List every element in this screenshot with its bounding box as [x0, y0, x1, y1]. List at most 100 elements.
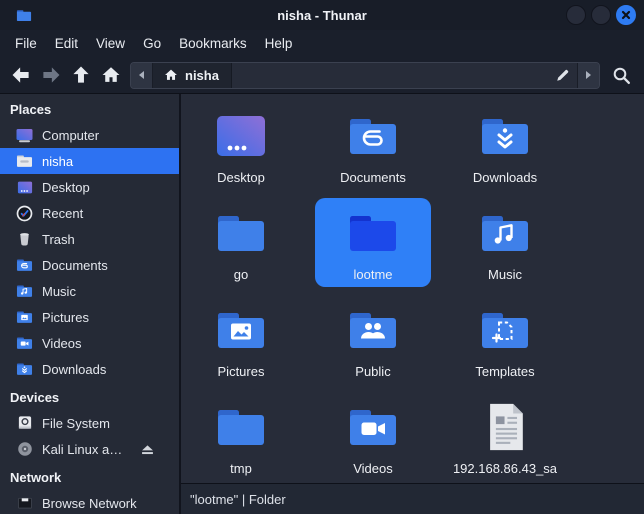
up-button[interactable] — [66, 62, 96, 89]
sidebar-item-browse-network[interactable]: Browse Network — [0, 490, 179, 514]
sidebar-item-downloads[interactable]: Downloads — [0, 356, 179, 382]
desktop-icon — [16, 181, 33, 194]
close-button[interactable] — [616, 5, 636, 25]
path-empty-area[interactable] — [232, 63, 547, 88]
sidebar-item-nisha[interactable]: nisha — [0, 148, 179, 174]
path-scroll-left-button[interactable] — [131, 63, 153, 88]
file-label: tmp — [230, 461, 252, 476]
file-documents[interactable]: Documents — [313, 98, 433, 195]
file-view[interactable]: Desktop Documents — [181, 94, 644, 514]
menu-edit[interactable]: Edit — [46, 32, 87, 55]
menu-go[interactable]: Go — [134, 32, 170, 55]
maximize-button[interactable] — [591, 5, 611, 25]
sidebar-item-label: Downloads — [42, 362, 106, 377]
sidebar: Places Computer nisha Desktop — [0, 94, 181, 514]
path-bar: nisha — [130, 62, 600, 89]
sidebar-item-trash[interactable]: Trash — [0, 226, 179, 252]
folder-downloads-icon — [16, 362, 33, 376]
chevron-right-icon — [584, 70, 593, 80]
sidebar-item-pictures[interactable]: Pictures — [0, 304, 179, 330]
sidebar-header-devices: Devices — [0, 386, 179, 410]
home-folder-icon — [16, 154, 33, 168]
toolbar: nisha — [0, 57, 644, 94]
folder-videos-icon — [347, 401, 399, 453]
sidebar-item-computer[interactable]: Computer — [0, 122, 179, 148]
sidebar-item-documents[interactable]: Documents — [0, 252, 179, 278]
minimize-button[interactable] — [566, 5, 586, 25]
forward-button[interactable] — [36, 62, 66, 89]
folder-icon — [215, 207, 267, 259]
sidebar-item-label: File System — [42, 416, 110, 431]
home-icon — [101, 65, 121, 85]
file-label: lootme — [353, 267, 392, 282]
path-segment-current[interactable]: nisha — [153, 63, 232, 88]
selected-file-tile: lootme — [315, 198, 431, 287]
folder-downloads-icon — [479, 110, 531, 162]
menu-view[interactable]: View — [87, 32, 134, 55]
home-button[interactable] — [96, 62, 126, 89]
file-pictures[interactable]: Pictures — [181, 292, 301, 389]
menu-file[interactable]: File — [6, 32, 46, 55]
recent-clock-icon — [16, 205, 33, 222]
sidebar-item-recent[interactable]: Recent — [0, 200, 179, 226]
menubar: File Edit View Go Bookmarks Help — [0, 30, 644, 57]
sidebar-item-file-system[interactable]: File System — [0, 410, 179, 436]
eject-icon — [141, 444, 154, 455]
folder-documents-icon — [16, 258, 33, 272]
file-videos[interactable]: Videos — [313, 389, 433, 486]
sidebar-header-network: Network — [0, 466, 179, 490]
file-label: Public — [355, 364, 390, 379]
back-arrow-icon — [10, 64, 32, 86]
file-label: Pictures — [218, 364, 265, 379]
file-music[interactable]: Music — [445, 195, 565, 292]
sidebar-item-desktop[interactable]: Desktop — [0, 174, 179, 200]
sidebar-header-places: Places — [0, 98, 179, 122]
file-downloads[interactable]: Downloads — [445, 98, 565, 195]
path-scroll-right-button[interactable] — [577, 63, 599, 88]
statusbar-text: "lootme" | Folder — [190, 492, 286, 507]
folder-icon — [347, 207, 399, 259]
sidebar-item-label: Videos — [42, 336, 82, 351]
file-lootme[interactable]: lootme — [313, 195, 433, 292]
file-label: go — [234, 267, 248, 282]
sidebar-item-label: Pictures — [42, 310, 89, 325]
optical-disc-icon — [16, 441, 33, 457]
file-templates[interactable]: Templates — [445, 292, 565, 389]
chevron-left-icon — [137, 70, 146, 80]
computer-icon — [16, 128, 33, 143]
file-label: Templates — [475, 364, 534, 379]
folder-templates-icon — [479, 304, 531, 356]
sidebar-item-kali-linux[interactable]: Kali Linux a… — [0, 436, 179, 462]
path-edit-button[interactable] — [547, 63, 577, 88]
folder-pictures-icon — [215, 304, 267, 356]
folder-public-icon — [347, 304, 399, 356]
menu-bookmarks[interactable]: Bookmarks — [170, 32, 256, 55]
menu-help[interactable]: Help — [256, 32, 302, 55]
forward-arrow-icon — [40, 64, 62, 86]
file-tmp[interactable]: tmp — [181, 389, 301, 486]
sidebar-item-label: Kali Linux a… — [42, 442, 122, 457]
sidebar-item-music[interactable]: Music — [0, 278, 179, 304]
file-label: Documents — [340, 170, 406, 185]
back-button[interactable] — [6, 62, 36, 89]
search-button[interactable] — [606, 62, 636, 89]
titlebar[interactable]: nisha - Thunar — [0, 0, 644, 30]
window-title: nisha - Thunar — [0, 8, 644, 23]
desktop-icon — [215, 110, 267, 162]
path-segment-label: nisha — [185, 68, 219, 83]
file-192-168-86-43-sa[interactable]: 192.168.86.43_sa — [445, 389, 565, 486]
file-desktop[interactable]: Desktop — [181, 98, 301, 195]
folder-music-icon — [16, 284, 33, 298]
file-label: Music — [488, 267, 522, 282]
eject-button[interactable] — [141, 444, 154, 455]
file-go[interactable]: go — [181, 195, 301, 292]
file-label: Downloads — [473, 170, 537, 185]
home-icon — [164, 68, 178, 82]
file-public[interactable]: Public — [313, 292, 433, 389]
sidebar-item-videos[interactable]: Videos — [0, 330, 179, 356]
sidebar-item-label: Recent — [42, 206, 83, 221]
file-label: Desktop — [217, 170, 265, 185]
folder-music-icon — [479, 207, 531, 259]
sidebar-item-label: Documents — [42, 258, 108, 273]
harddrive-icon — [16, 415, 33, 431]
